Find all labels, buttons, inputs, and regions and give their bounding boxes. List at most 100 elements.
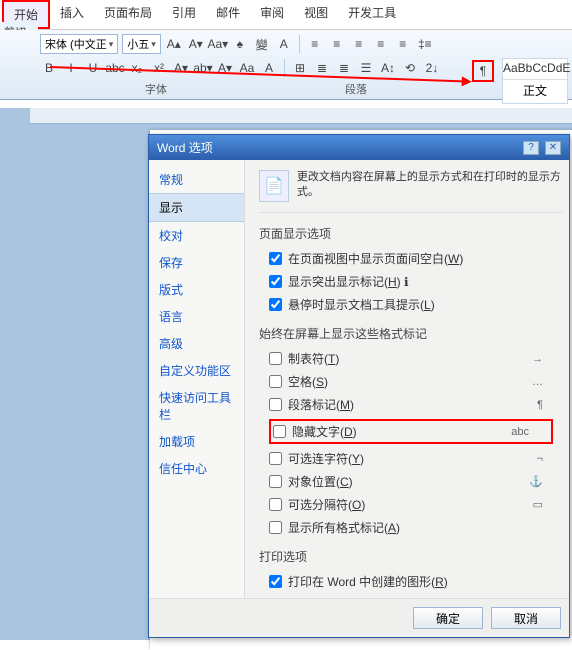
sidebar-item-7[interactable]: 自定义功能区 xyxy=(149,357,244,384)
print-option-0: 打印在 Word 中创建的图形(R) xyxy=(269,573,563,590)
grow-font-icon[interactable]: A▴ xyxy=(165,35,183,53)
style-name: 正文 xyxy=(503,79,567,99)
cancel-button[interactable]: 取消 xyxy=(491,607,561,629)
format-marks-symbol-1: … xyxy=(532,376,543,388)
page-display-option-1: 显示突出显示标记(H) ℹ xyxy=(269,273,563,290)
format-marks-checkbox-5[interactable] xyxy=(269,475,282,488)
word-options-dialog: Word 选项 ? ✕ 常规显示校对保存版式语言高级自定义功能区快速访问工具栏加… xyxy=(148,134,570,638)
change-case-icon[interactable]: Aa▾ xyxy=(209,35,227,53)
section-print: 打印选项 xyxy=(259,548,563,565)
sidebar-item-5[interactable]: 语言 xyxy=(149,303,244,330)
sidebar-item-10[interactable]: 信任中心 xyxy=(149,455,244,482)
show-hide-button[interactable]: ¶ xyxy=(472,60,494,82)
format-marks-option-2: 段落标记(M) ¶ xyxy=(269,396,563,413)
sidebar-item-8[interactable]: 快速访问工具栏 xyxy=(149,384,244,428)
superscript-icon[interactable]: x² xyxy=(150,59,168,77)
text-effects-icon[interactable]: A▾ xyxy=(172,59,190,77)
print-checkbox-0[interactable] xyxy=(269,575,282,588)
print-label-1: 打印背景色和图像(B) xyxy=(288,596,400,598)
format-marks-symbol-3: abc xyxy=(511,426,529,438)
sidebar-item-0[interactable]: 常规 xyxy=(149,166,244,193)
tab-layout[interactable]: 页面布局 xyxy=(94,0,162,29)
decrease-indent-icon[interactable]: ≡ xyxy=(372,35,390,53)
tab-mailings[interactable]: 邮件 xyxy=(206,0,250,29)
sidebar-item-9[interactable]: 加载项 xyxy=(149,428,244,455)
format-marks-label-5: 对象位置(C) xyxy=(288,473,353,490)
page-display-checkbox-1[interactable] xyxy=(269,275,282,288)
style-normal[interactable]: AaBbCcDdE 正文 xyxy=(502,58,568,104)
paragraph-group-label: 段落 xyxy=(345,81,367,97)
page-icon: 📄 xyxy=(259,170,289,202)
align-right-icon[interactable]: ≣ xyxy=(335,59,353,77)
close-icon[interactable]: ✕ xyxy=(545,141,561,155)
help-icon[interactable]: ? xyxy=(523,141,539,155)
format-marks-checkbox-2[interactable] xyxy=(269,398,282,411)
dialog-title: Word 选项 xyxy=(157,139,213,156)
format-marks-label-6: 可选分隔符(O) xyxy=(288,496,365,513)
format-marks-label-3: 隐藏文字(D) xyxy=(292,423,357,440)
shrink-font-icon[interactable]: A▾ xyxy=(187,35,205,53)
font-size-combo[interactable]: 小五 xyxy=(122,34,161,54)
format-marks-label-4: 可选连字符(Y) xyxy=(288,450,364,467)
format-marks-checkbox-4[interactable] xyxy=(269,452,282,465)
tab-view[interactable]: 视图 xyxy=(294,0,338,29)
format-marks-symbol-4: ¬ xyxy=(537,453,543,465)
tab-insert[interactable]: 插入 xyxy=(50,0,94,29)
tab-developer[interactable]: 开发工具 xyxy=(338,0,406,29)
print-label-0: 打印在 Word 中创建的图形(R) xyxy=(288,573,448,590)
sort-icon[interactable]: 2↓ xyxy=(423,59,441,77)
format-marks-symbol-0: → xyxy=(532,353,543,365)
phonetic-icon[interactable]: 變 xyxy=(253,35,271,53)
options-sidebar: 常规显示校对保存版式语言高级自定义功能区快速访问工具栏加载项信任中心 xyxy=(149,160,245,598)
bullets-icon[interactable]: ≡ xyxy=(306,35,324,53)
style-sample: AaBbCcDdE xyxy=(503,61,567,75)
format-marks-option-3: 隐藏文字(D) abc xyxy=(269,419,553,444)
sidebar-item-1[interactable]: 显示 xyxy=(149,193,244,222)
numbering-icon[interactable]: ≡ xyxy=(328,35,346,53)
page-display-label-2: 悬停时显示文档工具提示(L) xyxy=(288,296,435,313)
shading-icon[interactable]: ⟲ xyxy=(401,59,419,77)
format-marks-option-1: 空格(S) … xyxy=(269,373,563,390)
section-page-display: 页面显示选项 xyxy=(259,225,563,242)
clear-format-icon[interactable]: ♠ xyxy=(231,35,249,53)
highlight-icon[interactable]: ab▾ xyxy=(194,59,212,77)
sidebar-item-2[interactable]: 校对 xyxy=(149,222,244,249)
line-spacing-icon[interactable]: ‡≡ xyxy=(416,35,434,53)
print-option-1: 打印背景色和图像(B) xyxy=(269,596,563,598)
ok-button[interactable]: 确定 xyxy=(413,607,483,629)
page-display-option-0: 在页面视图中显示页面间空白(W) xyxy=(269,250,563,267)
format-marks-symbol-2: ¶ xyxy=(537,399,543,411)
format-marks-checkbox-0[interactable] xyxy=(269,352,282,365)
format-marks-option-4: 可选连字符(Y) ¬ xyxy=(269,450,563,467)
char-border-icon[interactable]: A xyxy=(275,35,293,53)
font-family-combo[interactable]: 宋体 (中文正 xyxy=(40,34,118,54)
page-display-checkbox-0[interactable] xyxy=(269,252,282,265)
sidebar-item-6[interactable]: 高级 xyxy=(149,330,244,357)
format-marks-symbol-6: ▭ xyxy=(533,498,543,511)
format-marks-label-1: 空格(S) xyxy=(288,373,328,390)
format-marks-label-2: 段落标记(M) xyxy=(288,396,354,413)
tab-references[interactable]: 引用 xyxy=(162,0,206,29)
format-marks-symbol-5: ⚓ xyxy=(529,475,543,488)
font-group-label: 字体 xyxy=(145,81,167,97)
format-marks-label-7: 显示所有格式标记(A) xyxy=(288,519,400,536)
dialog-titlebar[interactable]: Word 选项 ? ✕ xyxy=(149,135,569,160)
page-display-checkbox-2[interactable] xyxy=(269,298,282,311)
sidebar-item-4[interactable]: 版式 xyxy=(149,276,244,303)
justify-icon[interactable]: ☰ xyxy=(357,59,375,77)
options-content: 📄 更改文档内容在屏幕上的显示方式和在打印时的显示方式。 页面显示选项 在页面视… xyxy=(245,160,569,598)
distribute-icon[interactable]: A↕ xyxy=(379,59,397,77)
format-marks-option-5: 对象位置(C) ⚓ xyxy=(269,473,563,490)
format-marks-option-7: 显示所有格式标记(A) xyxy=(269,519,563,536)
format-marks-checkbox-6[interactable] xyxy=(269,498,282,511)
page-display-option-2: 悬停时显示文档工具提示(L) xyxy=(269,296,563,313)
format-marks-checkbox-7[interactable] xyxy=(269,521,282,534)
increase-indent-icon[interactable]: ≡ xyxy=(394,35,412,53)
tab-review[interactable]: 审阅 xyxy=(250,0,294,29)
format-marks-label-0: 制表符(T) xyxy=(288,350,339,367)
sidebar-item-3[interactable]: 保存 xyxy=(149,249,244,276)
ruler[interactable] xyxy=(30,108,572,124)
format-marks-checkbox-1[interactable] xyxy=(269,375,282,388)
format-marks-checkbox-3[interactable] xyxy=(273,425,286,438)
multilevel-icon[interactable]: ≡ xyxy=(350,35,368,53)
